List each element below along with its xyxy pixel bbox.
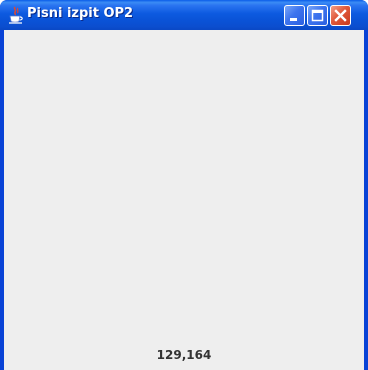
maximize-button[interactable] [307,5,328,26]
title-bar[interactable]: Pisni izpit OP2 [0,0,368,30]
maximize-icon [311,9,324,22]
close-button[interactable] [330,5,351,26]
java-cup-icon[interactable] [8,6,24,24]
mouse-coordinates-label: 129,164 [156,348,212,362]
window-title: Pisni izpit OP2 [27,6,134,21]
close-icon [334,9,347,22]
minimize-icon [290,18,297,21]
app-window: Pisni izpit OP2 129,164 [0,0,368,370]
client-area[interactable]: 129,164 [4,30,364,370]
minimize-button[interactable] [284,5,305,26]
